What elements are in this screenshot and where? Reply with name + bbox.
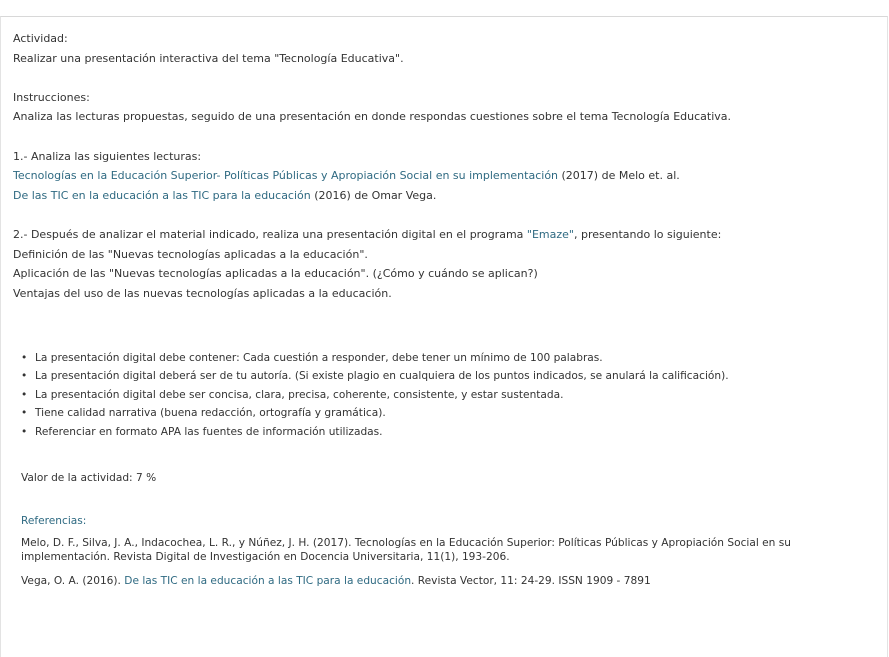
- reading-suffix-1: (2017) de Melo et. al.: [558, 169, 680, 183]
- criteria-item: • Referenciar en formato APA las fuentes …: [21, 423, 877, 441]
- item-definition: Definición de las "Nuevas tecnologías ap…: [13, 247, 368, 261]
- criteria-item: • La presentación digital deberá ser de t…: [21, 367, 877, 385]
- references-title: Referencias:: [21, 515, 87, 528]
- criteria-text: Referenciar en formato APA las fuentes d…: [35, 425, 383, 438]
- instructions-text: Analiza las lecturas propuestas, seguido…: [13, 110, 732, 124]
- step2-line: 2.- Después de analizar el material indi…: [13, 225, 879, 245]
- activity-label: Actividad:: [13, 32, 68, 45]
- item-advantages: Ventajas del uso de las nuevas tecnologí…: [13, 286, 392, 300]
- instructions-label: Instrucciones:: [13, 90, 90, 104]
- reference-vega-suffix: . Revista Vector, 11: 24-29. ISSN 1909 -…: [411, 574, 651, 587]
- criteria-item: • La presentación digital debe ser concis…: [21, 386, 877, 404]
- step2-prefix: 2.- Después de analizar el material indi…: [13, 227, 527, 241]
- bullet-icon: •: [21, 352, 28, 364]
- bullet-icon: •: [21, 370, 28, 383]
- criteria-text: Tiene calidad narrativa (buena redacción…: [35, 407, 386, 420]
- reference-vega: Vega, O. A. (2016). De las TIC en la edu…: [21, 574, 877, 588]
- criteria-item: • La presentación digital debe contener: …: [21, 349, 877, 367]
- criteria-text: La presentación digital deberá ser de tu…: [35, 370, 729, 383]
- activity-value: Valor de la actividad: 7 %: [21, 472, 157, 485]
- criteria-text: La presentación digital debe ser concisa…: [35, 388, 564, 401]
- criteria-item: • Tiene calidad narrativa (buena redacció…: [21, 404, 877, 422]
- bullet-icon: •: [21, 388, 28, 401]
- bullet-icon: •: [21, 425, 28, 438]
- emaze-link[interactable]: "Emaze": [527, 228, 574, 241]
- activity-criteria-section: • La presentación digital debe contener: …: [1, 349, 887, 657]
- reading-line-2: De las TIC en la educación a las TIC par…: [13, 186, 879, 206]
- reference-melo: Melo, D. F., Silva, J. A., Indacochea, L…: [21, 536, 791, 563]
- reading-suffix-2: (2016) de Omar Vega.: [310, 188, 437, 202]
- reading-line-1: Tecnologías en la Educación Superior- Po…: [13, 166, 879, 186]
- step2-suffix: , presentando lo siguiente:: [573, 227, 722, 241]
- reading-link-1[interactable]: Tecnologías en la Educación Superior- Po…: [13, 169, 558, 182]
- criteria-text: La presentación digital debe contener: C…: [35, 352, 603, 364]
- item-application: Aplicación de las "Nuevas tecnologías ap…: [13, 267, 538, 281]
- bullet-icon: •: [21, 407, 28, 420]
- reference-vega-prefix: Vega, O. A. (2016).: [21, 574, 125, 587]
- reference-vega-link[interactable]: De las TIC en la educación a las TIC par…: [124, 575, 411, 587]
- criteria-list: • La presentación digital debe contener: …: [21, 349, 877, 441]
- activity-description: Actividad: Realizar una presentación int…: [13, 29, 879, 359]
- activity-panel: Actividad: Realizar una presentación int…: [0, 16, 888, 657]
- reading-link-2[interactable]: De las TIC en la educación a las TIC par…: [13, 189, 311, 202]
- step1-label: 1.- Analiza las siguientes lecturas:: [13, 149, 202, 163]
- activity-text: Realizar una presentación interactiva de…: [13, 51, 404, 65]
